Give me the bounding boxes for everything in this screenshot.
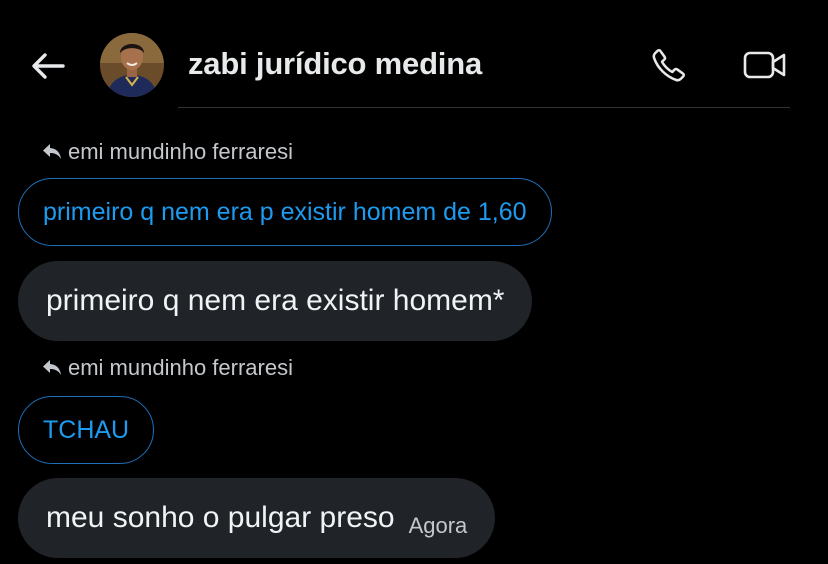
quoted-message-text: primeiro q nem era p existir homem de 1,… [43,197,527,226]
video-camera-icon [743,51,786,79]
reply-label: emi mundinho ferraresi [42,139,293,165]
conversation-header: zabi jurídico medina [0,0,828,108]
message-text: primeiro q nem era existir homem* [46,284,505,317]
phone-icon [652,48,686,82]
quoted-message[interactable]: primeiro q nem era p existir homem de 1,… [18,178,552,246]
reply-arrow-icon [43,144,61,159]
message-bubble[interactable]: meu sonho o pulgar preso Agora [18,478,496,558]
message-timestamp: Agora [408,513,468,538]
call-button[interactable] [646,42,692,88]
reply-to-name: emi mundinho ferraresi [68,139,293,164]
quoted-message-text: TCHAU [43,415,130,444]
header-divider [178,107,790,108]
reply-to-name: emi mundinho ferraresi [68,355,293,380]
back-button[interactable] [26,44,70,88]
message-bubble[interactable]: primeiro q nem era existir homem* [18,261,533,341]
reply-label: emi mundinho ferraresi [42,355,293,381]
reply-arrow-icon [43,360,61,375]
video-call-button[interactable] [740,42,790,88]
avatar[interactable] [100,33,164,97]
arrow-left-icon [32,53,65,79]
message-text: meu sonho o pulgar preso [46,501,395,534]
avatar-image [100,33,164,97]
contact-name[interactable]: zabi jurídico medina [188,46,482,82]
quoted-message[interactable]: TCHAU [18,396,155,464]
